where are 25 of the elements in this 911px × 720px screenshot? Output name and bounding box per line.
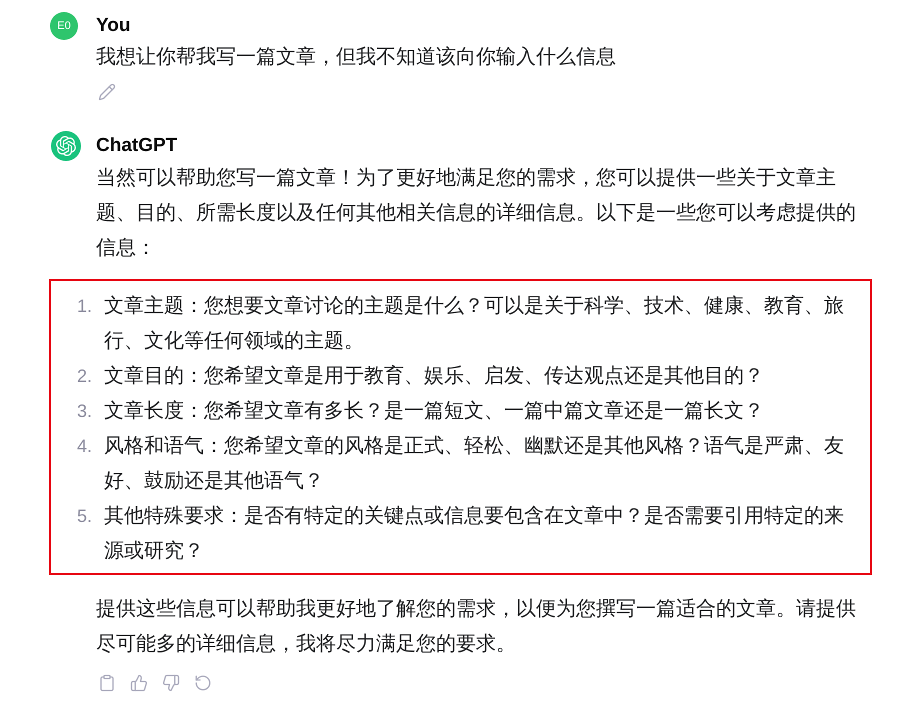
like-button[interactable] [128,672,150,694]
list-item-text: 风格和语气：您希望文章的风格是正式、轻松、幽默还是其他风格？语气是严肃、友好、鼓励还是其他语气？ [104,434,845,494]
regenerate-icon [194,674,212,692]
assistant-avatar-icon [51,131,81,161]
thumbs-down-icon [162,674,180,692]
list-number: 2. [76,365,92,388]
message-text: 提供这些信息可以帮助我更好地了解您的需求，以便为您撰写一篇适合的文章。请提供尽可能多的详细信息，我将尽力满足您的要求。 [96,597,857,657]
user-avatar: E0 [50,12,78,40]
message-text: 我想让你帮我写一篇文章，但我不知道该向你输入什么信息 [96,45,616,70]
clipboard-icon [98,674,116,692]
pencil-icon [98,83,116,101]
thumbs-up-icon [130,674,148,692]
list-number: 3. [76,400,92,423]
message-text: 当然可以帮助您写一篇文章！为了更好地满足您的需求，您可以提供一些关于文章主题、目的、所需长度以及任何其他相关信息的详细信息。以下是一些您可以考虑提供的信息： [96,166,857,261]
list-number: 4. [76,435,92,458]
list-number: 1. [76,295,92,318]
edit-button[interactable] [96,81,118,103]
list-number: 5. [76,505,92,528]
author-name: ChatGPT [96,134,178,158]
list-item-text: 文章目的：您希望文章是用于教育、娱乐、启发、传达观点还是其他目的？ [104,364,765,389]
list-item-text: 其他特殊要求：是否有特定的关键点或信息要包含在文章中？是否需要引用特定的来源或研究？ [104,504,845,564]
author-name: You [96,14,130,38]
list-item-text: 文章长度：您希望文章有多长？是一篇短文、一篇中篇文章还是一篇长文？ [104,399,765,424]
dislike-button[interactable] [160,672,182,694]
list-item-text: 文章主题：您想要文章讨论的主题是什么？可以是关于科学、技术、健康、教育、旅行、文化等任何领域的主题。 [104,294,845,354]
